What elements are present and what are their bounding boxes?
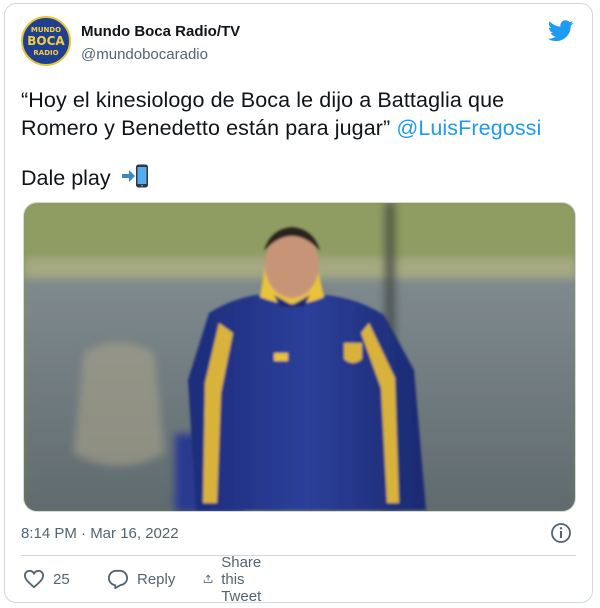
coach-photo-image	[24, 203, 575, 511]
author-name[interactable]: Mundo Boca Radio/TV	[81, 23, 240, 40]
tweet-second-paragraph: Dale play	[21, 164, 149, 194]
share-button[interactable]: Share this Tweet	[203, 554, 273, 605]
share-icon	[203, 574, 213, 583]
like-button[interactable]: 25	[23, 564, 70, 594]
author-handle[interactable]: @mundobocaradio	[81, 46, 208, 63]
dale-play-text: Dale play	[21, 166, 111, 190]
tweet-text-line2: Romero y Benedetto están para jugar”	[21, 116, 391, 140]
tweet-photo[interactable]	[23, 202, 576, 512]
avatar-logo-line1: MUNDO	[30, 26, 62, 34]
share-label: Share this Tweet	[221, 553, 262, 605]
tweet-card[interactable]: MUNDO BOCA RADIO Mundo Boca Radio/TV @mu…	[4, 3, 593, 605]
info-icon[interactable]	[550, 522, 572, 544]
reply-bubble-icon	[107, 569, 129, 589]
tweet-text: “Hoy el kinesiologo de Boca le dijo a Ba…	[21, 86, 581, 142]
like-count: 25	[53, 570, 70, 588]
phone-arrow-icon	[121, 164, 149, 194]
tweet-timestamp[interactable]: 8:14 PM · Mar 16, 2022	[21, 525, 179, 542]
avatar[interactable]: MUNDO BOCA RADIO	[21, 16, 71, 66]
avatar-logo-line2: BOCA	[27, 34, 65, 48]
avatar-logo-line3: RADIO	[33, 49, 59, 57]
divider	[21, 555, 576, 556]
reply-button[interactable]: Reply	[107, 564, 175, 594]
reply-label: Reply	[137, 570, 176, 588]
mention-link[interactable]: @LuisFregossi	[396, 116, 541, 140]
tweet-text-line1: “Hoy el kinesiologo de Boca le dijo a Ba…	[21, 88, 505, 112]
heart-icon	[23, 569, 45, 589]
twitter-bird-icon[interactable]	[548, 20, 574, 42]
